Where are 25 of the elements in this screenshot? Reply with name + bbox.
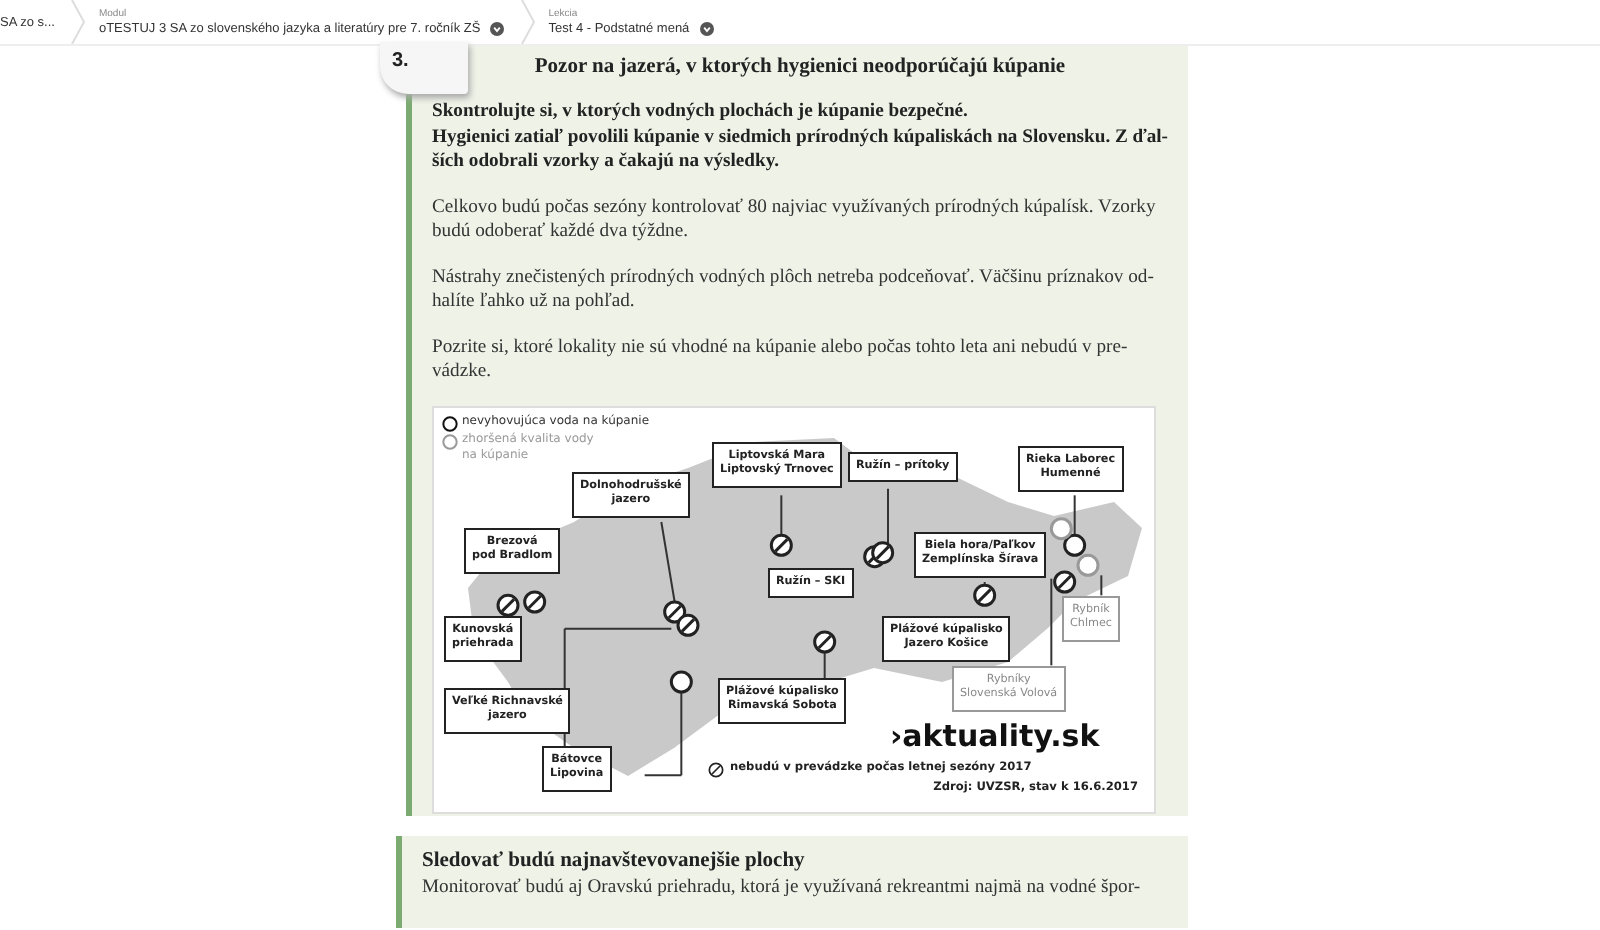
paragraph: Skontrolujte si, v ktorých vodných plochách je kúpanie bezpečné. Hygienici zatiaľ povolili kúpanie v siedmich prírodných kúpaliskách na Slovensku. Z ďal- ších odobrali vzorky a čakajú na výsledky. [432,100,1169,175]
slashed-circle-icon [813,629,837,653]
brand-logo: ›aktuality.sk [890,717,1100,753]
dropdown-icon[interactable] [699,21,714,35]
paragraph: Celkovo budú počas sezóny kontrolovať 80 najviac využívaných prírodných kúpalísk. Vzorky budú odoberať každé dva týždne. [432,195,1156,245]
slashed-circle-icon [1053,569,1077,593]
slashed-circle-icon [871,540,895,564]
slashed-circle-icon [676,612,700,636]
paragraph: Nástrahy znečistených prírodných vodných plôch netreba podceňovať. Väčšinu príznakov od- halíte ľahko už na pohľad. [432,265,1154,315]
paragraph: Pozrite si, ktoré lokality nie sú vhodné na kúpanie alebo počas tohto leta ani nebudú v pre- vádzke. [432,335,1128,385]
dropdown-icon[interactable] [490,21,505,35]
chevron-separator-icon [70,0,87,44]
circle-icon [669,669,693,693]
circle-icon [1063,532,1087,556]
circle-icon [1049,516,1073,540]
section-text: Monitorovať budú aj Oravskú priehradu, ktorá je využívaná rekreantmi najmä na vodné špor- [422,873,1141,899]
section-title: Sledovať budú najnavštevovanejšie plochy [422,847,807,873]
article-title: Pozor na jazerá, v ktorých hygienici neodporúčajú kúpanie [532,56,1068,78]
slashed-circle-icon [769,532,793,556]
chevron-separator-icon [520,0,537,44]
circle-icon [1076,552,1100,576]
slashed-circle-icon [708,761,724,777]
slashed-circle-icon [523,589,547,613]
slashed-circle-icon [973,582,997,606]
slashed-circle-icon [496,592,520,616]
